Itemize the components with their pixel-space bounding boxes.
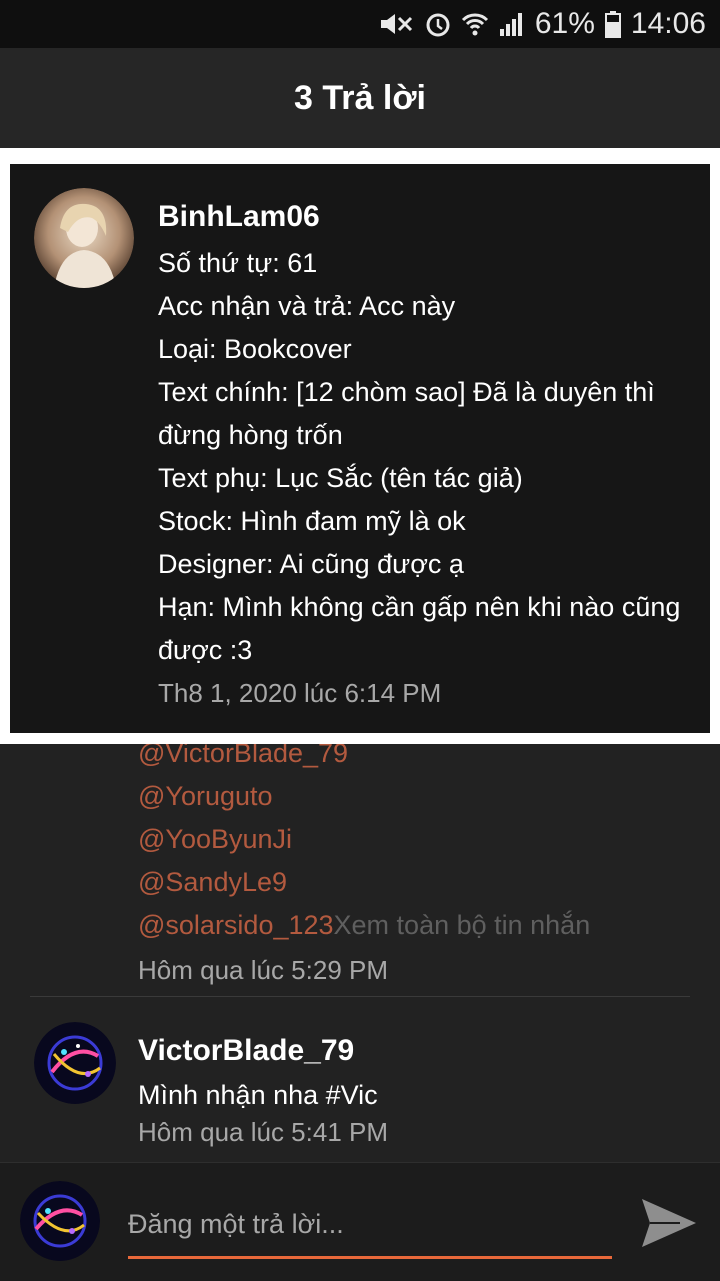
status-bar: 61% 14:06 [0,0,720,48]
avatar [20,1181,100,1261]
battery-icon [604,10,621,38]
mute-icon [377,10,415,38]
wifi-icon [461,10,489,38]
send-icon [642,1199,696,1247]
comment-line: Text chính: [12 chòm sao] Đã là duyên th… [158,377,655,450]
avatar[interactable] [34,188,134,288]
mention-link[interactable]: @YooByunJi [138,818,590,861]
comment-line: Loại: Bookcover [158,334,352,364]
comment-line: Designer: Ai cũng được ạ [158,549,464,579]
reply-input[interactable] [128,1193,612,1259]
avatar[interactable] [34,1022,116,1104]
battery-percent: 61% [534,7,595,40]
comment-line: Số thứ tự: 61 [158,248,318,278]
comment-line: Hạn: Mình không cần gấp nên khi nào cũng… [158,592,681,665]
divider [30,996,690,997]
comment-line: Text phụ: Lục Sắc (tên tác giả) [158,463,523,493]
comment-line: Acc nhận và trả: Acc này [158,291,456,321]
send-button[interactable] [640,1195,698,1251]
comment-text: Mình nhận nha #Vic [138,1080,378,1110]
reply-composer [0,1162,720,1281]
signal-icon [499,11,525,37]
see-more-link[interactable]: Xem toàn bộ tin nhắn [334,910,591,940]
comment-card: BinhLam06 Số thứ tự: 61 Acc nhận và trả:… [10,164,710,733]
reply-timestamp: Hôm qua lúc 5:41 PM [138,1117,389,1147]
alarm-icon [425,10,451,38]
mention-link[interactable]: @SandyLe9 [138,861,590,904]
header: 3 Trả lời [0,48,720,154]
highlighted-comment[interactable]: BinhLam06 Số thứ tự: 61 Acc nhận và trả:… [0,154,720,744]
comment-line: Stock: Hình đam mỹ là ok [158,506,466,536]
comment-body: BinhLam06 Số thứ tự: 61 Acc nhận và trả:… [158,200,698,709]
username[interactable]: VictorBlade_79 [138,1034,678,1068]
page-title: 3 Trả lời [294,78,426,117]
reply-timestamp: Hôm qua lúc 5:29 PM [138,955,389,985]
mention-link[interactable]: @solarsido_123 [138,910,334,940]
mention-link[interactable]: @Yoruguto [138,775,590,818]
comment-timestamp: Th8 1, 2020 lúc 6:14 PM [158,678,442,708]
clock: 14:06 [630,7,706,40]
username[interactable]: BinhLam06 [158,200,698,234]
